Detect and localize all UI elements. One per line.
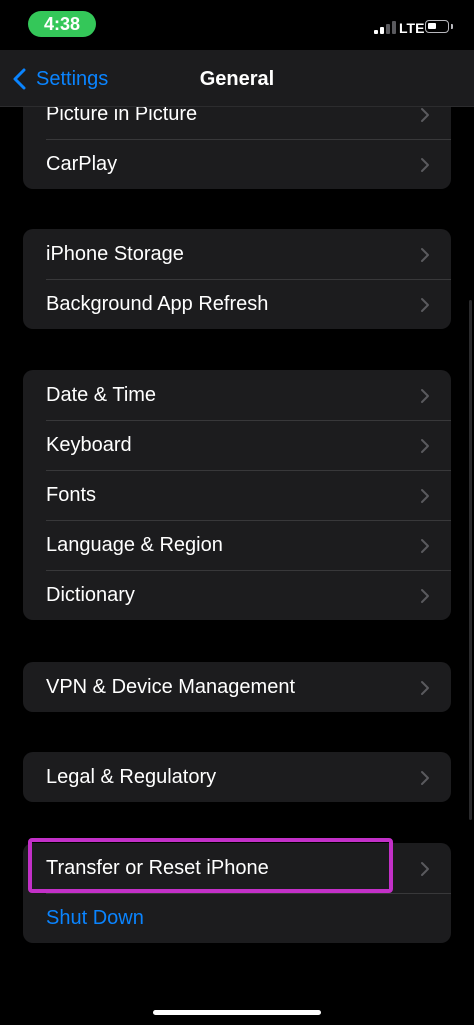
row-legal-regulatory[interactable]: Legal & Regulatory xyxy=(23,752,451,802)
chevron-right-icon xyxy=(421,681,429,695)
settings-group-locale: Date & Time Keyboard Fonts Language & Re… xyxy=(23,370,451,620)
row-label: Language & Region xyxy=(46,533,223,556)
row-label: Keyboard xyxy=(46,433,132,456)
row-vpn-device-management[interactable]: VPN & Device Management xyxy=(23,662,451,712)
settings-group-vpn: VPN & Device Management xyxy=(23,662,451,712)
row-label: Transfer or Reset iPhone xyxy=(46,856,269,879)
home-indicator[interactable] xyxy=(153,1010,321,1015)
row-label: CarPlay xyxy=(46,152,118,175)
navigation-bar: Settings General xyxy=(0,50,474,107)
row-label: Background App Refresh xyxy=(46,292,269,315)
row-label: VPN & Device Management xyxy=(46,675,296,698)
row-label: Fonts xyxy=(46,483,97,506)
chevron-right-icon xyxy=(421,389,429,403)
chevron-right-icon xyxy=(421,298,429,312)
shut-down-button[interactable]: Shut Down xyxy=(23,893,451,943)
row-label: Shut Down xyxy=(46,906,144,929)
row-dictionary[interactable]: Dictionary xyxy=(23,570,451,620)
row-label: Legal & Regulatory xyxy=(46,765,217,788)
battery-tip xyxy=(451,24,453,29)
page-title: General xyxy=(199,68,275,90)
row-carplay[interactable]: CarPlay xyxy=(23,139,451,189)
signal-icon xyxy=(374,20,396,34)
status-bar: 4:38 LTE xyxy=(0,0,474,50)
chevron-right-icon xyxy=(421,248,429,262)
row-language-region[interactable]: Language & Region xyxy=(23,520,451,570)
chevron-right-icon xyxy=(421,158,429,172)
row-transfer-reset-iphone[interactable]: Transfer or Reset iPhone xyxy=(23,843,451,893)
row-label: Dictionary xyxy=(46,583,135,606)
chevron-right-icon xyxy=(421,108,429,122)
chevron-right-icon xyxy=(421,771,429,785)
row-fonts[interactable]: Fonts xyxy=(23,470,451,520)
row-keyboard[interactable]: Keyboard xyxy=(23,420,451,470)
battery-icon xyxy=(425,20,449,33)
row-iphone-storage[interactable]: iPhone Storage xyxy=(23,229,451,279)
chevron-right-icon xyxy=(421,862,429,876)
chevron-right-icon xyxy=(421,439,429,453)
chevron-right-icon xyxy=(421,539,429,553)
settings-group-reset: Transfer or Reset iPhone Shut Down xyxy=(23,843,451,943)
status-time[interactable]: 4:38 xyxy=(28,11,96,37)
row-label: Date & Time xyxy=(46,383,157,406)
row-background-app-refresh[interactable]: Background App Refresh xyxy=(23,279,451,329)
chevron-right-icon xyxy=(421,489,429,503)
chevron-right-icon xyxy=(421,589,429,603)
settings-group-legal: Legal & Regulatory xyxy=(23,752,451,802)
row-label: iPhone Storage xyxy=(46,242,184,265)
settings-group-storage: iPhone Storage Background App Refresh xyxy=(23,229,451,329)
row-date-time[interactable]: Date & Time xyxy=(23,370,451,420)
network-type: LTE xyxy=(399,20,425,36)
scroll-indicator[interactable] xyxy=(469,300,472,820)
